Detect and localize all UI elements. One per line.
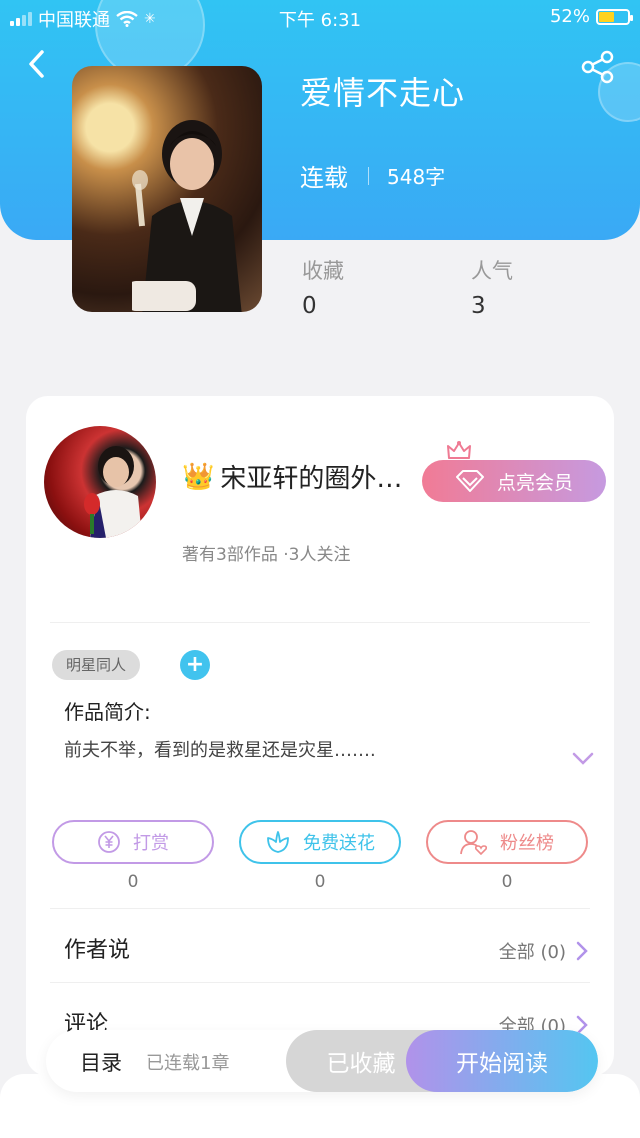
divider — [50, 908, 590, 909]
status-time: 下午 6:31 — [278, 10, 362, 31]
fan-ranking-label: 粉丝榜 — [500, 833, 554, 854]
meta-divider — [368, 166, 369, 185]
send-flower-label: 免费送花 — [303, 833, 375, 854]
back-arrow-icon[interactable] — [22, 48, 54, 80]
intro-heading: 作品简介: — [64, 700, 151, 724]
fan-user-icon — [460, 830, 488, 855]
battery-percent: 52% — [549, 6, 590, 27]
author-avatar[interactable] — [44, 426, 156, 538]
tip-label: 打赏 — [133, 833, 169, 854]
tip-count: 0 — [127, 872, 139, 892]
serial-status: 连载 — [300, 164, 348, 192]
chapter-count: 已连载1章 — [146, 1053, 230, 1074]
book-meta: 连载 548字 — [300, 158, 445, 193]
popularity-stat: 人气 3 — [471, 255, 513, 319]
popularity-value: 3 — [471, 293, 486, 319]
word-count: 548字 — [387, 165, 446, 189]
vip-button-label: 点亮会员 — [496, 471, 573, 494]
favorites-stat: 收藏 0 — [302, 255, 344, 319]
avatar-illustration — [84, 446, 142, 538]
book-detail-card: 👑 宋亚轩的圈外… 点亮会员 著有3部作品 ·3人关注 明星同人 + 作品简介:… — [26, 396, 614, 1076]
favorites-label: 收藏 — [302, 259, 344, 283]
author-says-view-all[interactable]: 全部 (0) — [499, 938, 588, 964]
author-stats: 著有3部作品 ·3人关注 — [182, 545, 351, 565]
intro-text: 前夫不举，看到的是救星还是灾星……. — [64, 740, 376, 761]
battery-icon — [596, 8, 633, 25]
status-bar: 中国联通 ✳ 下午 6:31 52% — [0, 0, 640, 34]
fan-count: 0 — [501, 872, 513, 892]
author-says-all-label: 全部 (0) — [498, 942, 566, 963]
genre-tag[interactable]: 明星同人 — [52, 650, 141, 680]
author-name-row[interactable]: 👑 宋亚轩的圈外… — [182, 458, 402, 495]
add-tag-button[interactable]: + — [180, 650, 210, 680]
diamond-icon — [455, 470, 484, 492]
cover-figure-illustration — [132, 120, 242, 312]
toc-button[interactable]: 目录 — [80, 1047, 122, 1077]
start-reading-button[interactable]: 开始阅读 — [406, 1030, 598, 1092]
chevron-down-icon[interactable] — [572, 752, 594, 766]
popularity-label: 人气 — [471, 259, 513, 283]
flower-icon — [267, 831, 289, 853]
author-says-heading: 作者说 — [64, 938, 131, 963]
vip-crown-icon — [447, 441, 471, 459]
author-name[interactable]: 宋亚轩的圈外… — [220, 458, 402, 495]
divider — [50, 622, 590, 623]
book-cover-image[interactable] — [72, 66, 262, 312]
chevron-right-icon — [576, 941, 588, 961]
bottom-action-bar: 目录 已连载1章 已收藏 开始阅读 — [46, 1030, 598, 1092]
send-flower-button[interactable]: 免费送花 — [239, 820, 401, 864]
divider — [50, 982, 590, 983]
book-title: 爱情不走心 — [300, 74, 466, 112]
flower-count: 0 — [314, 872, 326, 892]
crown-icon: 👑 — [182, 461, 215, 492]
light-up-vip-button[interactable]: 点亮会员 — [422, 460, 606, 502]
tip-button[interactable]: 打赏 — [52, 820, 214, 864]
favorites-value: 0 — [302, 293, 317, 319]
share-icon[interactable] — [580, 50, 616, 84]
yen-coin-icon — [98, 831, 120, 853]
fan-ranking-button[interactable]: 粉丝榜 — [426, 820, 588, 864]
